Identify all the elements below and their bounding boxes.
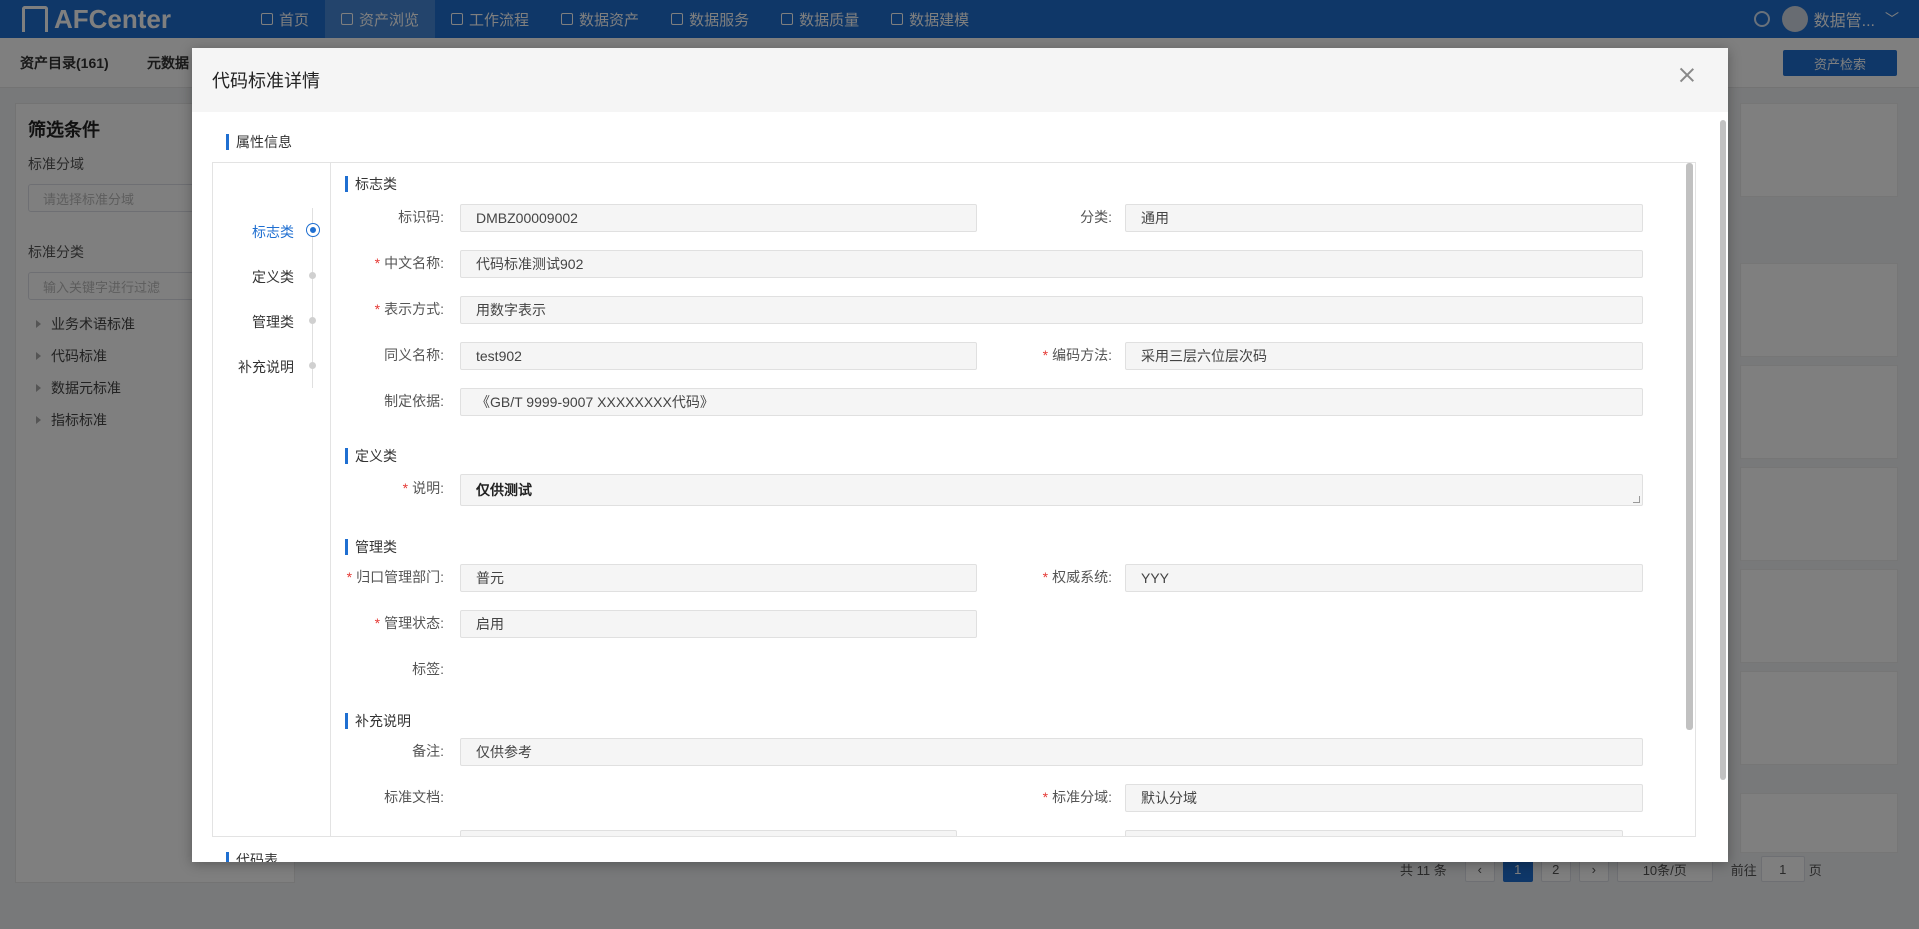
attr-form: 标志类 标识码: DMBZ00009002 分类: 通用 * 中文名称: 代码标准… bbox=[331, 163, 1695, 836]
required-mark: * bbox=[402, 480, 409, 496]
dialog-title: 代码标准详情 bbox=[212, 71, 320, 91]
anchor-nav: 标志类 定义类 管理类 补充说明 bbox=[213, 163, 331, 836]
tag-label: 标签: bbox=[412, 661, 444, 677]
cut-off-field[interactable] bbox=[460, 830, 957, 836]
id-code-field[interactable]: DMBZ00009002 bbox=[460, 204, 977, 232]
anchor-extra[interactable]: 补充说明 bbox=[238, 357, 294, 377]
id-code-label: 标识码: bbox=[398, 209, 444, 225]
desc-textarea[interactable]: 仅供测试 bbox=[460, 474, 1643, 506]
required-mark: * bbox=[1042, 569, 1049, 585]
required-mark: * bbox=[374, 615, 381, 631]
attr-info-box: 标志类 定义类 管理类 补充说明 标志类 标识码: DMBZ00009002 分… bbox=[212, 162, 1696, 837]
section-attr-title: 属性信息 bbox=[226, 132, 292, 152]
required-mark: * bbox=[374, 255, 381, 271]
anchor-active-dot bbox=[307, 224, 319, 236]
anchor-ident[interactable]: 标志类 bbox=[252, 222, 294, 242]
required-mark: * bbox=[1042, 789, 1049, 805]
basis-label: 制定依据: bbox=[384, 393, 444, 409]
domain-field[interactable]: 默认分域 bbox=[1125, 784, 1643, 812]
synonym-field[interactable]: test902 bbox=[460, 342, 977, 370]
doc-label: 标准文档: bbox=[384, 789, 444, 805]
group-extra-title: 补充说明 bbox=[345, 711, 411, 731]
inner-scrollbar[interactable] bbox=[1686, 163, 1693, 730]
required-mark: * bbox=[346, 569, 353, 585]
repr-label: * 表示方式: bbox=[374, 301, 444, 317]
dept-label: * 归口管理部门: bbox=[346, 569, 444, 585]
anchor-dot bbox=[309, 362, 316, 369]
status-label: * 管理状态: bbox=[374, 615, 444, 631]
synonym-label: 同义名称: bbox=[384, 347, 444, 363]
anchor-manage[interactable]: 管理类 bbox=[252, 312, 294, 332]
dept-field[interactable]: 普元 bbox=[460, 564, 977, 592]
category-field-label: 分类: bbox=[1080, 209, 1112, 225]
remark-label: 备注: bbox=[412, 743, 444, 759]
status-field[interactable]: 启用 bbox=[460, 610, 977, 638]
category-field[interactable]: 通用 bbox=[1125, 204, 1643, 232]
cn-name-field[interactable]: 代码标准测试902 bbox=[460, 250, 1643, 278]
resize-grip-icon[interactable] bbox=[1633, 496, 1640, 503]
remark-field[interactable]: 仅供参考 bbox=[460, 738, 1643, 766]
group-ident-title: 标志类 bbox=[345, 174, 397, 194]
section-code-table-title: 代码表 bbox=[226, 850, 278, 862]
dialog-body: 属性信息 标志类 定义类 管理类 补充说明 标志类 标识码: DMBZ00009… bbox=[192, 112, 1728, 862]
close-icon[interactable] bbox=[1676, 64, 1698, 86]
encoding-label: * 编码方法: bbox=[1042, 347, 1112, 363]
group-define-title: 定义类 bbox=[345, 446, 397, 466]
encoding-field[interactable]: 采用三层六位层次码 bbox=[1125, 342, 1643, 370]
code-standard-detail-dialog: 代码标准详情 属性信息 标志类 定义类 管理类 补充说明 标志类 标识码: DM… bbox=[192, 48, 1728, 862]
authority-label: * 权威系统: bbox=[1042, 569, 1112, 585]
cn-name-label: * 中文名称: bbox=[374, 255, 444, 271]
desc-label: * 说明: bbox=[402, 480, 444, 496]
anchor-dot bbox=[309, 272, 316, 279]
required-mark: * bbox=[1042, 347, 1049, 363]
anchor-define[interactable]: 定义类 bbox=[252, 267, 294, 287]
group-manage-title: 管理类 bbox=[345, 537, 397, 557]
cut-off-field[interactable] bbox=[1125, 830, 1623, 836]
dialog-header: 代码标准详情 bbox=[192, 48, 1728, 112]
repr-field[interactable]: 用数字表示 bbox=[460, 296, 1643, 324]
domain-field-label: * 标准分域: bbox=[1042, 789, 1112, 805]
basis-field[interactable]: 《GB/T 9999-9007 XXXXXXXX代码》 bbox=[460, 388, 1643, 416]
required-mark: * bbox=[374, 301, 381, 317]
authority-field[interactable]: YYY bbox=[1125, 564, 1643, 592]
anchor-dot bbox=[309, 317, 316, 324]
dialog-scrollbar[interactable] bbox=[1720, 120, 1726, 780]
